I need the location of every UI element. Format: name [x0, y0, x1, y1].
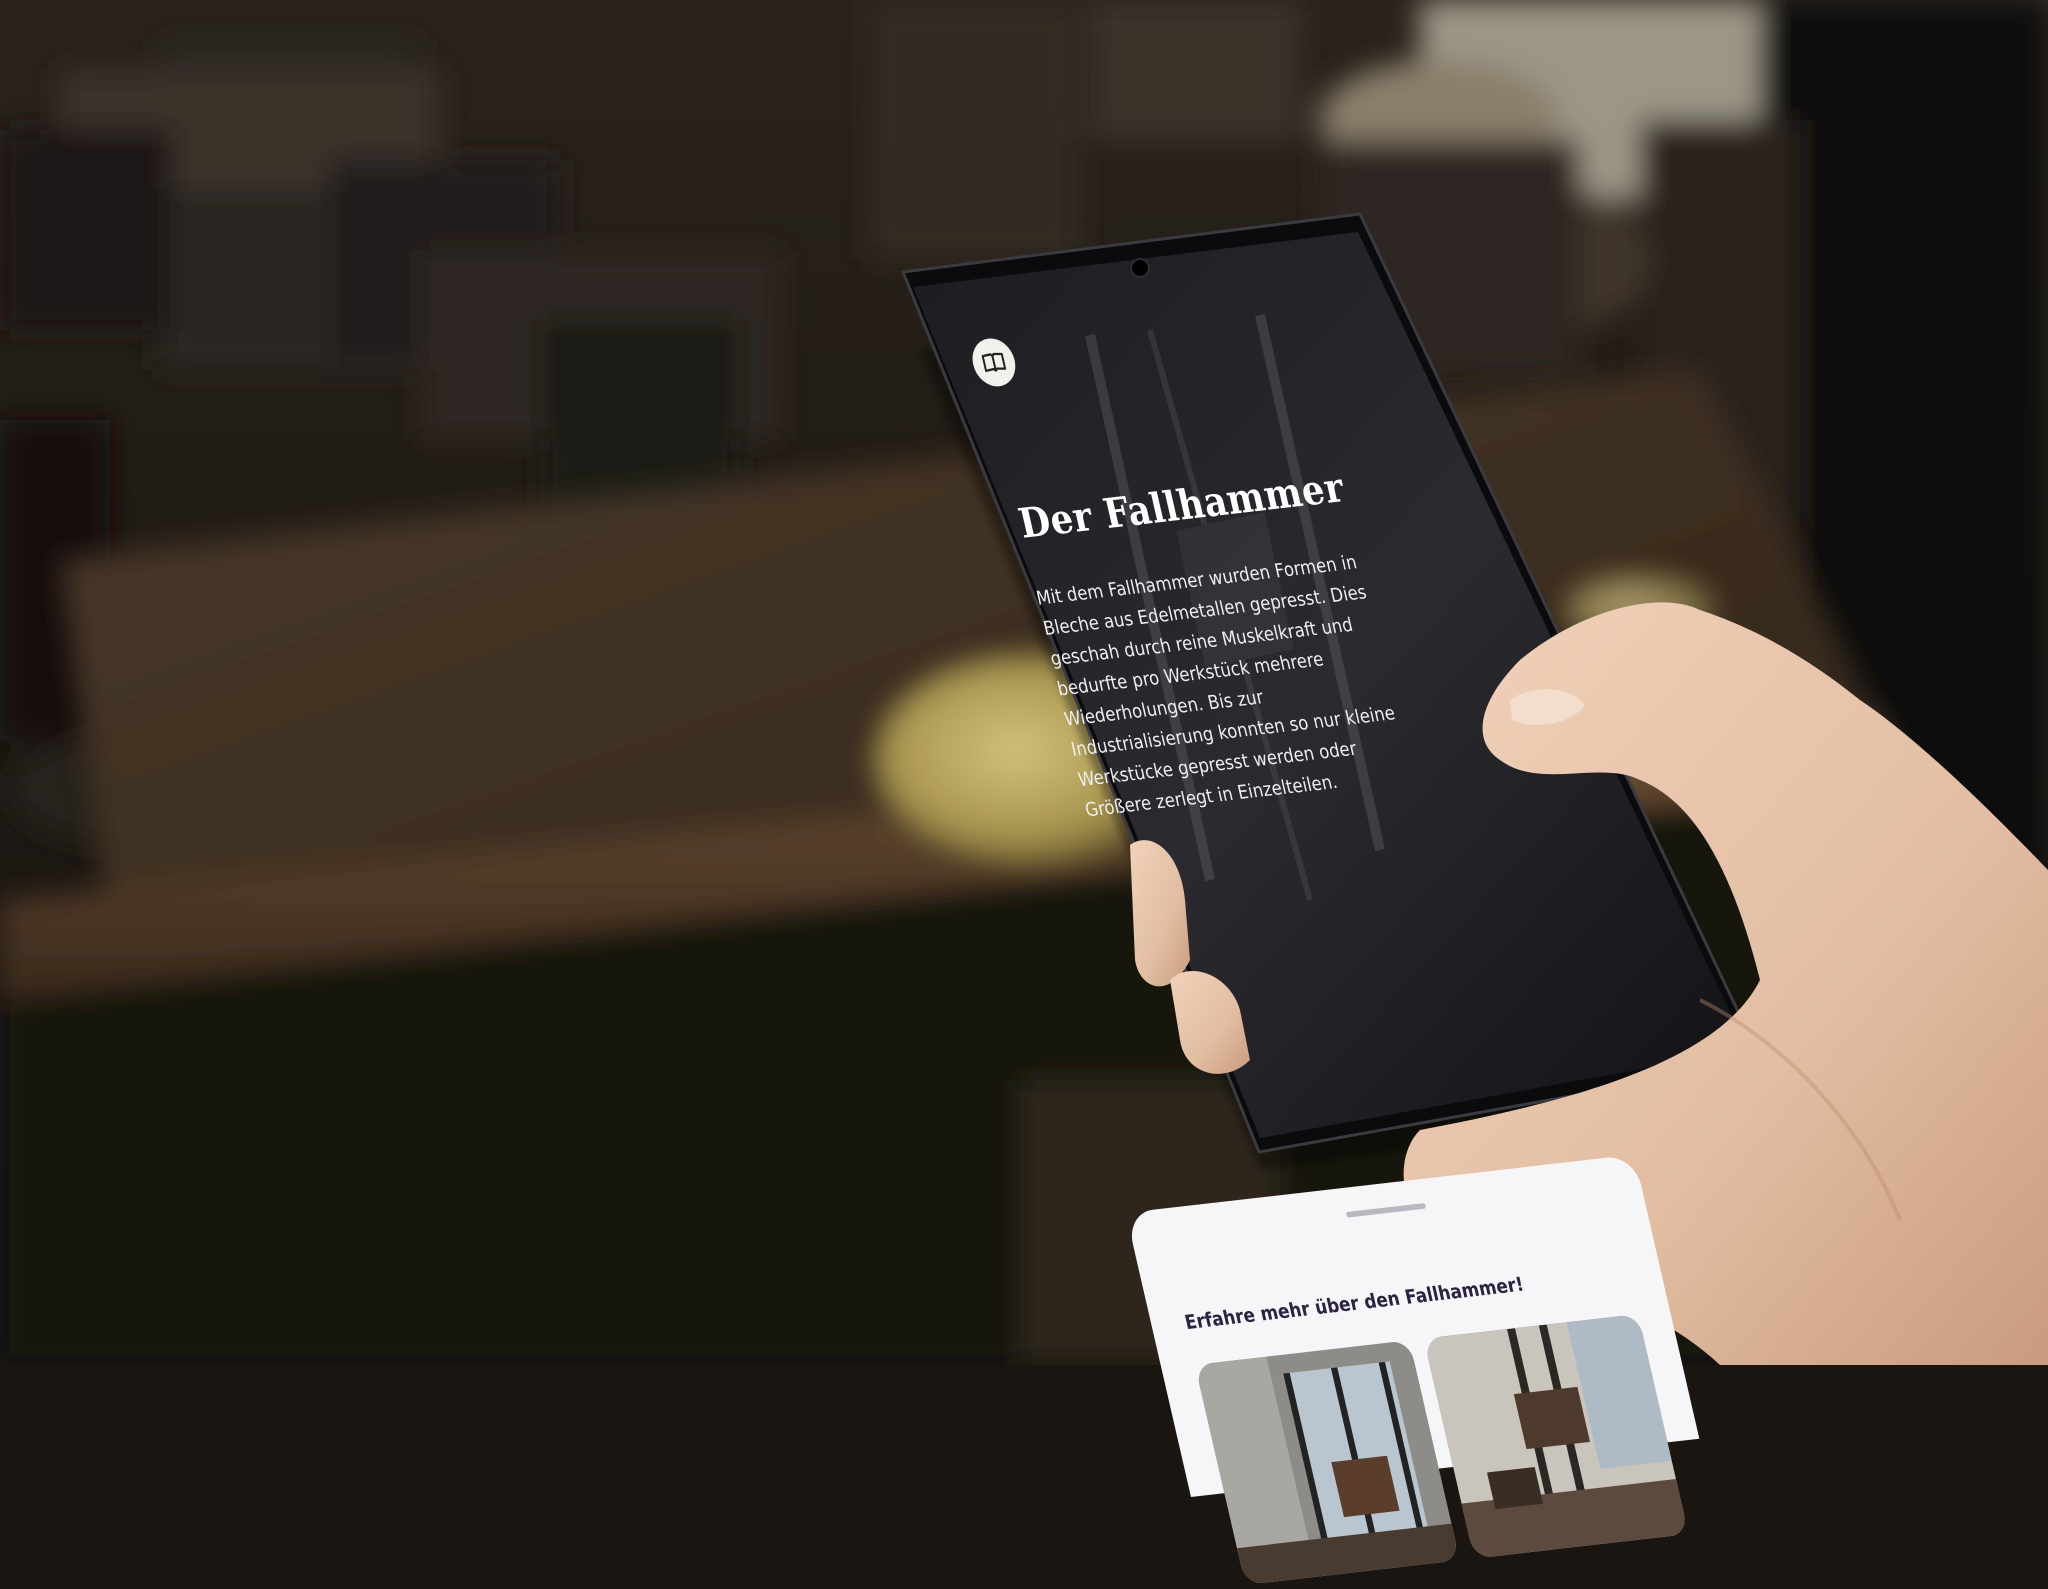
book-icon — [981, 352, 1007, 372]
fallhammer-photo-2 — [1423, 1314, 1689, 1559]
page-title: Der Fallhammer — [1014, 464, 1349, 548]
fallhammer-photo-1 — [1194, 1340, 1460, 1585]
description-text: Mit dem Fallhammer wurden Formen in Blec… — [1034, 550, 1398, 822]
media-card[interactable] — [1194, 1340, 1460, 1585]
media-card[interactable] — [1423, 1314, 1689, 1559]
sheet-handle[interactable] — [1345, 1202, 1427, 1218]
bottom-sheet[interactable]: Erfahre mehr über den Fallhammer! — [1125, 1154, 1700, 1585]
sheet-title: Erfahre mehr über den Fallhammer! — [1182, 1272, 1526, 1334]
menu-button[interactable] — [967, 336, 1021, 389]
